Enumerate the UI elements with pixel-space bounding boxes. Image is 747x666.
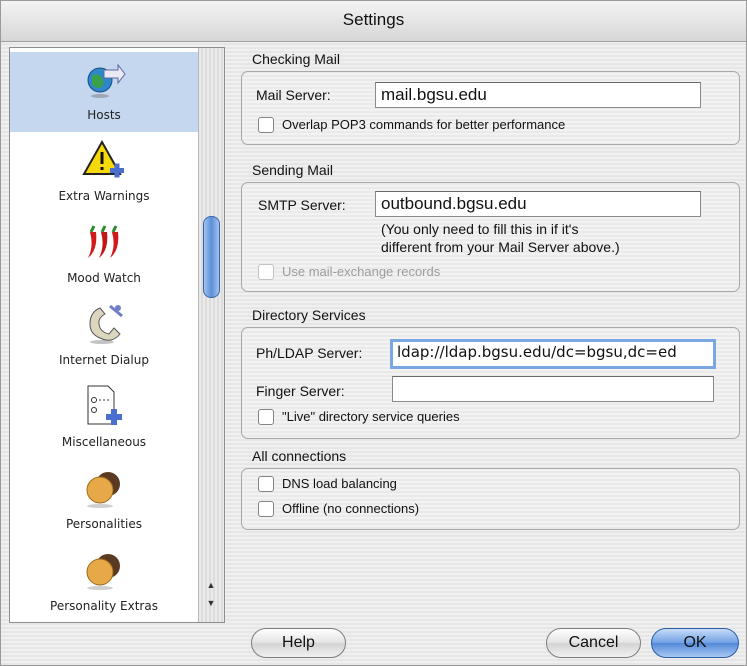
finger-server-input[interactable]: [392, 376, 714, 402]
category-label: Hosts: [87, 108, 121, 122]
category-personalities[interactable]: Personalities: [10, 462, 198, 542]
faces-icon: [82, 548, 126, 592]
live-directory-checkbox[interactable]: [258, 409, 274, 425]
scroll-up-arrow-icon[interactable]: ▲: [203, 578, 219, 592]
checking-mail-heading: Checking Mail: [252, 51, 340, 67]
all-connections-heading: All connections: [252, 448, 347, 464]
smtp-note: (You only need to fill this in if it's d…: [381, 220, 620, 256]
category-miscellaneous[interactable]: Miscellaneous: [10, 380, 198, 460]
overlap-pop3-label: Overlap POP3 commands for better perform…: [282, 117, 566, 132]
smtp-note-line-2: different from your Mail Server above.): [381, 239, 620, 255]
category-label: Mood Watch: [67, 271, 141, 285]
mail-server-input[interactable]: mail.bgsu.edu: [375, 82, 701, 108]
smtp-note-line-1: (You only need to fill this in if it's: [381, 221, 579, 237]
category-scrollbar[interactable]: ▲ ▼: [198, 48, 224, 622]
ldap-server-input[interactable]: ldap://ldap.bgsu.edu/dc=bgsu,dc=ed: [390, 339, 716, 369]
settings-window: Settings Hosts Extra Warnings Mood Watch…: [0, 0, 747, 666]
chili-peppers-icon: [82, 220, 126, 264]
mail-exchange-checkbox[interactable]: [258, 264, 274, 280]
category-label: Miscellaneous: [61, 435, 147, 449]
category-label: Personality Extras: [50, 599, 158, 613]
category-label: Personalities: [65, 517, 143, 531]
warning-icon: [82, 138, 126, 182]
offline-label: Offline (no connections): [282, 501, 420, 516]
overlap-pop3-checkbox[interactable]: [258, 117, 274, 133]
cancel-button[interactable]: Cancel: [546, 628, 641, 658]
mail-server-label: Mail Server:: [256, 87, 331, 103]
telephone-icon: [82, 302, 126, 346]
help-button[interactable]: Help: [251, 628, 346, 658]
finger-server-label: Finger Server:: [256, 383, 345, 399]
dns-load-balancing-label: DNS load balancing: [282, 476, 397, 491]
directory-services-heading: Directory Services: [252, 307, 366, 323]
offline-checkbox[interactable]: [258, 501, 274, 517]
title-bar[interactable]: Settings: [1, 1, 746, 42]
sending-mail-heading: Sending Mail: [252, 162, 333, 178]
category-personality-extras[interactable]: Personality Extras: [10, 544, 198, 622]
category-label: Internet Dialup: [59, 353, 149, 367]
category-list[interactable]: Hosts Extra Warnings Mood Watch Internet…: [9, 47, 225, 623]
category-hosts[interactable]: Hosts: [10, 52, 198, 132]
category-label: Extra Warnings: [58, 189, 150, 203]
live-directory-label: "Live" directory service queries: [282, 409, 460, 424]
dns-load-balancing-checkbox[interactable]: [258, 476, 274, 492]
ldap-server-label: Ph/LDAP Server:: [256, 345, 363, 361]
smtp-server-input[interactable]: outbound.bgsu.edu: [375, 191, 701, 217]
category-internet-dialup[interactable]: Internet Dialup: [10, 298, 198, 378]
globe-arrow-icon: [82, 56, 126, 100]
category-mood-watch[interactable]: Mood Watch: [10, 216, 198, 296]
scroll-down-arrow-icon[interactable]: ▼: [203, 596, 219, 610]
window-title: Settings: [342, 10, 405, 29]
scrollbar-thumb[interactable]: [203, 216, 220, 298]
mail-exchange-label: Use mail-exchange records: [282, 264, 441, 279]
document-plus-icon: [82, 384, 126, 428]
category-extra-warnings[interactable]: Extra Warnings: [10, 134, 198, 214]
ok-button[interactable]: OK: [651, 628, 739, 658]
smtp-server-label: SMTP Server:: [258, 197, 346, 213]
faces-icon: [82, 466, 126, 510]
